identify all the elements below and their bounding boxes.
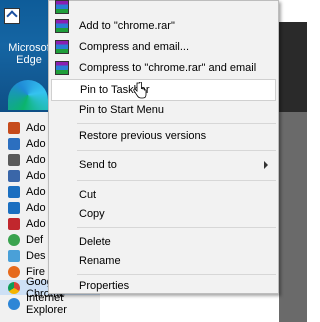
menu-separator: [77, 180, 276, 181]
photoshop-icon: [8, 185, 20, 198]
list-item[interactable]: Ado: [8, 152, 46, 167]
list-item[interactable]: Def: [8, 232, 43, 247]
menu-item-compress-rar-email[interactable]: Compress to "chrome.rar" and email: [49, 57, 278, 79]
list-item[interactable]: Ado: [8, 216, 46, 231]
desktop-gadgets-icon: [8, 249, 20, 262]
menu-item-add-to-archive-partial[interactable]: [49, 0, 278, 15]
menu-item-copy[interactable]: Copy: [49, 203, 278, 225]
winrar-icon: [55, 19, 69, 33]
list-item[interactable]: Ado: [8, 184, 46, 199]
acrobat-icon: [8, 217, 20, 230]
menu-separator: [77, 150, 276, 151]
menu-item-compress-email[interactable]: Compress and email...: [49, 36, 278, 58]
menu-item-add-to-archive[interactable]: Add to "chrome.rar": [49, 15, 278, 37]
shortcut-arrow-icon: [4, 8, 20, 24]
gear-icon: [8, 153, 20, 166]
bridge-icon: [8, 121, 20, 134]
list-item[interactable]: Ado: [8, 136, 46, 151]
menu-item-send-to[interactable]: Send to: [49, 154, 278, 176]
list-item[interactable]: Ado: [8, 200, 46, 215]
ie-icon: [8, 297, 20, 310]
context-menu: Add to "chrome.rar" Compress and email..…: [48, 0, 279, 294]
winrar-icon: [55, 40, 69, 54]
firefox-icon: [8, 265, 20, 278]
hand-cursor-icon: [133, 82, 147, 99]
list-item[interactable]: Des: [8, 248, 46, 263]
menu-separator: [77, 227, 276, 228]
chrome-icon: [8, 281, 20, 294]
chevron-right-icon: [264, 161, 268, 169]
menu-item-pin-taskbar[interactable]: Pin to Taskbar: [51, 79, 276, 101]
menu-separator: [77, 274, 276, 275]
menu-item-rename[interactable]: Rename: [49, 250, 278, 272]
menu-item-properties[interactable]: Properties: [49, 277, 278, 295]
menu-item-restore-versions[interactable]: Restore previous versions: [49, 125, 278, 147]
network-icon: [8, 169, 20, 182]
default-programs-icon: [8, 233, 20, 246]
list-item[interactable]: Ado: [8, 120, 46, 135]
winrar-icon: [55, 61, 69, 75]
menu-separator: [77, 123, 276, 124]
winrar-icon: [55, 0, 69, 14]
lightroom-icon: [8, 137, 20, 150]
menu-item-pin-start[interactable]: Pin to Start Menu: [49, 99, 278, 121]
edge-icon[interactable]: [8, 80, 48, 110]
list-item[interactable]: Ado: [8, 168, 46, 183]
photoshop-icon: [8, 201, 20, 214]
background-window: [279, 0, 307, 322]
list-item[interactable]: Internet Explorer: [8, 292, 100, 316]
